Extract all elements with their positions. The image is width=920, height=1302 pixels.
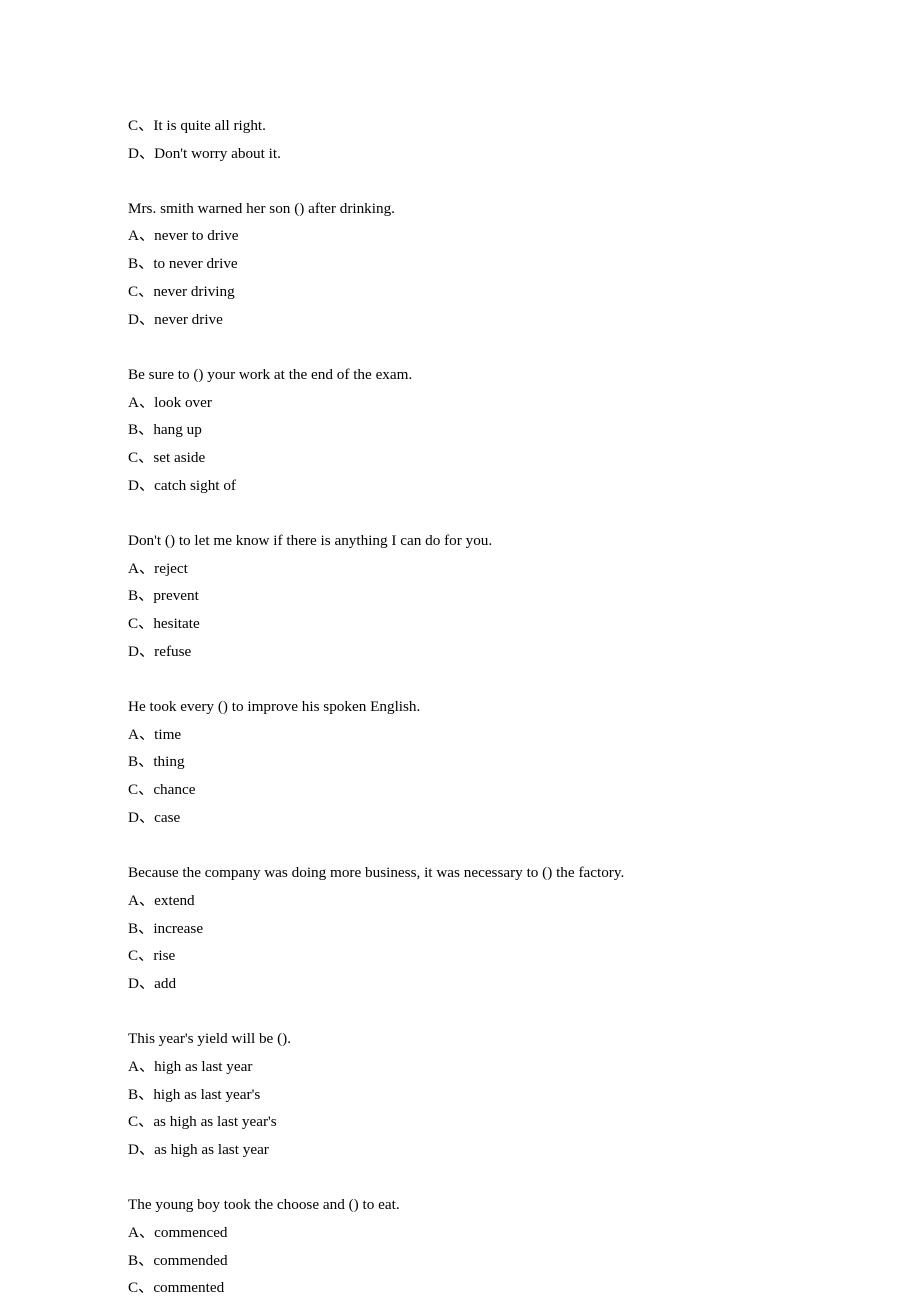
text-line: Because the company was doing more busin… xyxy=(128,859,792,887)
text-line: The young boy took the choose and () to … xyxy=(128,1191,792,1219)
text-line: B、prevent xyxy=(128,582,792,610)
text-line: D、add xyxy=(128,970,792,998)
text-line: C、set aside xyxy=(128,444,792,472)
text-line: He took every () to improve his spoken E… xyxy=(128,693,792,721)
question-block: C、It is quite all right.D、Don't worry ab… xyxy=(128,112,792,168)
question-block: Be sure to () your work at the end of th… xyxy=(128,361,792,500)
question-block: He took every () to improve his spoken E… xyxy=(128,693,792,832)
text-line: Don't () to let me know if there is anyt… xyxy=(128,527,792,555)
text-line: D、Don't worry about it. xyxy=(128,140,792,168)
document-page: C、It is quite all right.D、Don't worry ab… xyxy=(0,0,920,1302)
text-line: A、reject xyxy=(128,555,792,583)
question-block: Because the company was doing more busin… xyxy=(128,859,792,998)
text-line: B、high as last year's xyxy=(128,1081,792,1109)
text-line: A、high as last year xyxy=(128,1053,792,1081)
text-line: C、hesitate xyxy=(128,610,792,638)
text-line: C、It is quite all right. xyxy=(128,112,792,140)
question-block: Mrs. smith warned her son () after drink… xyxy=(128,195,792,334)
text-line: D、refuse xyxy=(128,638,792,666)
text-line: Mrs. smith warned her son () after drink… xyxy=(128,195,792,223)
text-line: B、to never drive xyxy=(128,250,792,278)
text-line: C、rise xyxy=(128,942,792,970)
text-line: A、never to drive xyxy=(128,222,792,250)
text-line: A、extend xyxy=(128,887,792,915)
text-line: B、thing xyxy=(128,748,792,776)
text-line: D、never drive xyxy=(128,306,792,334)
text-line: A、commenced xyxy=(128,1219,792,1247)
text-line: D、catch sight of xyxy=(128,472,792,500)
text-line: A、look over xyxy=(128,389,792,417)
text-line: C、commented xyxy=(128,1274,792,1302)
text-line: C、never driving xyxy=(128,278,792,306)
text-line: C、chance xyxy=(128,776,792,804)
text-line: B、hang up xyxy=(128,416,792,444)
text-line: B、increase xyxy=(128,915,792,943)
question-block: The young boy took the choose and () to … xyxy=(128,1191,792,1302)
text-line: C、as high as last year's xyxy=(128,1108,792,1136)
text-line: D、as high as last year xyxy=(128,1136,792,1164)
text-line: B、commended xyxy=(128,1247,792,1275)
question-block: This year's yield will be ().A、high as l… xyxy=(128,1025,792,1164)
text-line: D、case xyxy=(128,804,792,832)
text-line: A、time xyxy=(128,721,792,749)
question-block: Don't () to let me know if there is anyt… xyxy=(128,527,792,666)
text-line: Be sure to () your work at the end of th… xyxy=(128,361,792,389)
text-line: This year's yield will be (). xyxy=(128,1025,792,1053)
